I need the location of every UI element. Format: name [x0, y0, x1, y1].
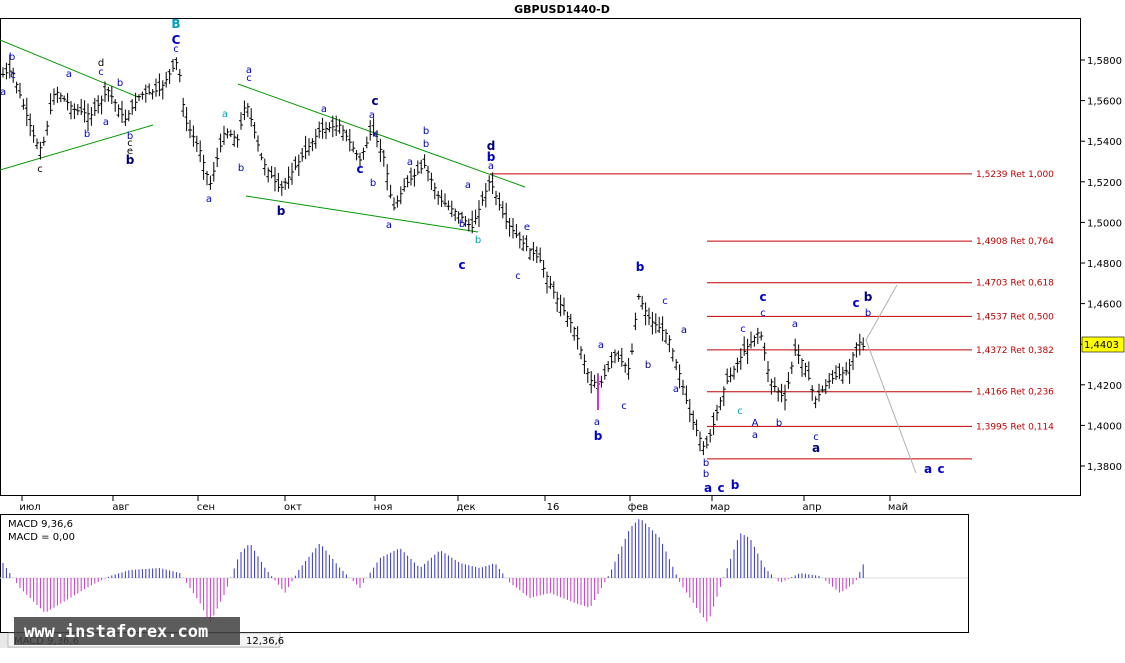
wave-label: b — [645, 360, 651, 371]
tab-value: 12,36,6 — [246, 636, 284, 647]
wave-label: b — [864, 290, 873, 304]
wave-label: a — [812, 441, 820, 455]
wave-label: b — [703, 458, 709, 469]
wave-label: b — [703, 469, 709, 480]
y-tick-label: 1,4600 — [1087, 300, 1122, 311]
fib-level-label: 1,4537 Ret 0,500 — [976, 312, 1054, 322]
x-tick-label: июл — [19, 502, 40, 513]
background — [0, 0, 1125, 663]
x-tick-label: мар — [710, 502, 730, 513]
x-tick-label: апр — [802, 502, 821, 513]
macd-label: MACD 9,36,6 — [8, 519, 73, 530]
wave-label: a — [407, 157, 413, 168]
x-tick-label: ноя — [374, 502, 393, 513]
wave-label: a — [0, 87, 6, 98]
current-price-label: 1,4403 — [1084, 340, 1119, 351]
y-tick-label: 1,4200 — [1087, 381, 1122, 392]
wave-label: a — [924, 462, 932, 476]
wave-label: c — [356, 162, 363, 176]
wave-label: e — [524, 222, 530, 233]
wave-label: b — [475, 235, 481, 246]
y-tick-label: 1,3800 — [1087, 462, 1122, 473]
wave-label: c — [10, 70, 16, 81]
fib-level-label: 1,4703 Ret 0,618 — [976, 279, 1054, 289]
wave-label: b — [776, 418, 782, 429]
chart-title: GBPUSD1440-D — [514, 3, 610, 16]
watermark-text: www.instaforex.com — [24, 622, 208, 642]
wave-label: b — [117, 78, 123, 89]
wave-label: c — [371, 94, 378, 108]
fib-level-label: 1,4908 Ret 0,764 — [976, 237, 1054, 247]
x-tick-label: 16 — [547, 502, 560, 513]
wave-label: b — [9, 52, 15, 63]
fib-level-label: 1,5239 Ret 1,000 — [976, 170, 1054, 180]
x-tick-label: дек — [456, 502, 475, 513]
wave-label: a — [206, 194, 212, 205]
y-tick-label: 1,5200 — [1087, 178, 1122, 189]
wave-label: a — [369, 110, 375, 121]
wave-label: c — [662, 296, 668, 307]
wave-label: c — [373, 129, 379, 140]
wave-label: a — [704, 481, 712, 495]
wave-label: c — [173, 44, 179, 55]
wave-label: a — [681, 325, 687, 336]
wave-label: a — [752, 430, 758, 441]
wave-label: a — [488, 161, 494, 172]
x-tick-label: сен — [197, 502, 215, 513]
wave-label: a — [594, 417, 600, 428]
wave-label: b — [731, 478, 740, 492]
wave-label: c — [740, 324, 746, 335]
wave-label: B — [171, 17, 180, 31]
wave-label: c — [737, 406, 743, 417]
y-tick-label: 1,4000 — [1087, 421, 1122, 432]
wave-label: c — [621, 401, 627, 412]
wave-label: a — [222, 109, 228, 120]
wave-label: a — [321, 104, 327, 115]
x-tick-label: авг — [112, 502, 129, 513]
wave-label: a — [673, 384, 679, 395]
chart-svg: GBPUSD1440-D 1,5800 1,5600 1,5400 1,5200 1,5… — [0, 0, 1125, 663]
wave-label: a — [66, 69, 72, 80]
wave-label: c — [37, 164, 43, 175]
wave-label: a — [598, 340, 604, 351]
wave-label: b — [370, 178, 376, 189]
fib-level-label: 1,4372 Ret 0,382 — [976, 346, 1054, 356]
wave-label: a — [103, 117, 109, 128]
y-tick-label: 1,5800 — [1087, 56, 1122, 67]
macd-value: MACD = 0,00 — [8, 532, 75, 543]
wave-label: c — [717, 481, 724, 495]
fib-level-label: 1,4166 Ret 0,236 — [976, 388, 1054, 398]
wave-label: b — [636, 260, 645, 274]
wave-label: b — [238, 163, 244, 174]
x-tick-label: окт — [284, 502, 302, 513]
x-tick-label: май — [888, 502, 908, 513]
wave-label: c — [98, 67, 104, 78]
wave-label: A — [752, 418, 759, 429]
wave-label: a — [792, 319, 798, 330]
wave-label: c — [852, 296, 859, 310]
fib-level-label: 1,3995 Ret 0,114 — [976, 422, 1054, 432]
wave-label: a — [465, 180, 471, 191]
y-tick-label: 1,5000 — [1087, 218, 1122, 229]
wave-label: b — [277, 204, 286, 218]
wave-label: c — [515, 271, 521, 282]
wave-label: c — [937, 462, 944, 476]
wave-label: c — [760, 308, 766, 319]
x-tick-label: фев — [628, 502, 649, 513]
y-tick-label: 1,4800 — [1087, 259, 1122, 270]
wave-label: c — [458, 258, 465, 272]
wave-label: b — [423, 139, 429, 150]
wave-label: b — [423, 126, 429, 137]
wave-label: b — [865, 308, 871, 319]
wave-label: c — [759, 290, 766, 304]
wave-label: b — [594, 429, 603, 443]
wave-label: b — [459, 219, 465, 230]
wave-label: b — [84, 129, 90, 140]
wave-label: c — [246, 73, 252, 84]
wave-label: a — [386, 220, 392, 231]
y-tick-label: 1,5400 — [1087, 137, 1122, 148]
wave-label: b — [126, 153, 135, 167]
y-tick-label: 1,5600 — [1087, 97, 1122, 108]
